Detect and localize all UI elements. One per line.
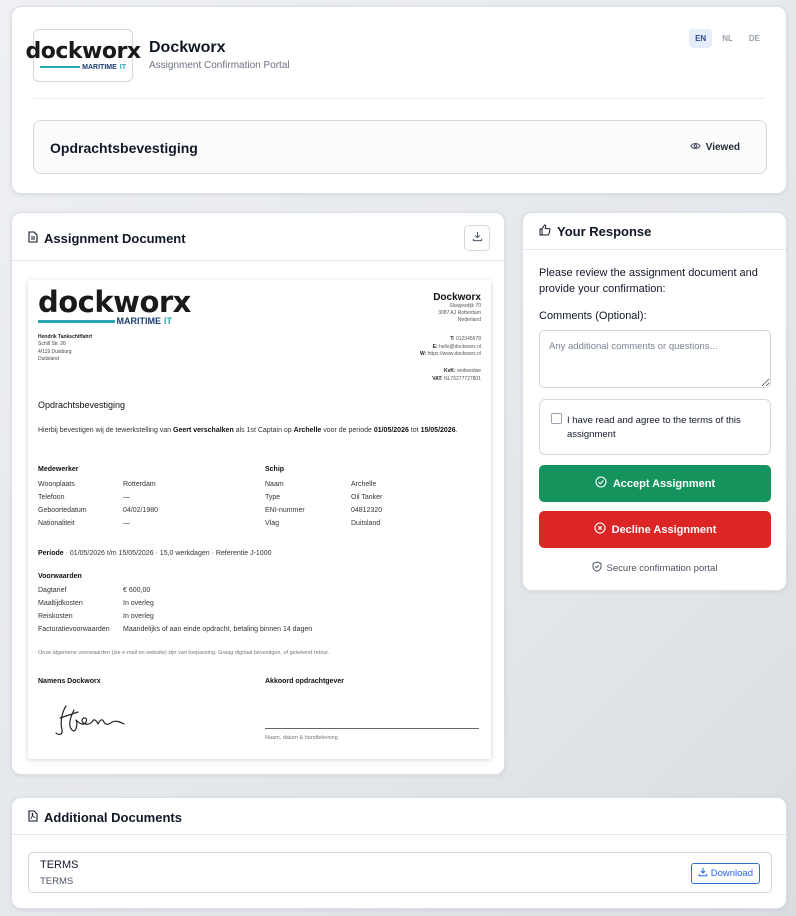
paper-employee-label: Nationaliteit xyxy=(38,520,75,527)
document-card-header: Assignment Document xyxy=(12,213,504,261)
paper-employee-label: Telefoon xyxy=(38,494,65,501)
check-circle-icon xyxy=(595,476,607,491)
additional-docs-title: Additional Documents xyxy=(44,810,182,825)
download-label: Download xyxy=(710,868,753,879)
secure-text: Secure confirmation portal xyxy=(606,562,718,574)
paper-intro: Hierbij bevestigen wij de tewerkstelling… xyxy=(38,427,458,434)
status-badge: Viewed xyxy=(690,142,740,153)
document-card-title: Assignment Document xyxy=(44,231,186,246)
paper-contact-block: T: 012345678 E: hello@dockworx.nl W: htt… xyxy=(419,336,481,358)
download-icon xyxy=(472,229,483,247)
status-badge-label: Viewed xyxy=(705,142,740,153)
paper-ship-label: ENI-nummer xyxy=(265,507,305,514)
paper-ship-value: Duitsland xyxy=(351,520,381,527)
paper-recipient-block: Hendrik Tankschiffahrt Schill Str. 26 4/… xyxy=(38,334,93,363)
paper-terms-heading: Voorwaarden xyxy=(38,573,82,580)
paper-employee-value: — xyxy=(123,520,130,527)
paper-ship-value: Archelle xyxy=(351,481,377,488)
paper-terms-value: Maandelijks of aan einde opdracht, betal… xyxy=(123,626,313,633)
doc-item-subtitle: TERMS xyxy=(40,876,74,887)
download-button[interactable]: Download xyxy=(690,863,760,884)
logo-tag-main: MARITIME xyxy=(82,63,117,71)
paper-registration-block: KvK: eedwedwe VAT: NL76277727801 xyxy=(432,368,481,382)
decline-assignment-button[interactable]: Decline Assignment xyxy=(539,511,771,548)
brand-name: Dockworx xyxy=(149,39,226,56)
paper-sign-right: Akkoord opdrachtgever xyxy=(265,678,344,685)
status-panel: Opdrachtsbevestiging Viewed xyxy=(33,120,767,174)
paper-logo: dockworx MARITIME IT xyxy=(38,285,191,326)
paper-title: Opdrachtsbevestiging xyxy=(38,400,126,410)
paper-terms-label: Maaltijdkosten xyxy=(38,600,83,607)
paper-ship-label: Type xyxy=(265,494,281,501)
thumbs-up-icon xyxy=(539,224,551,239)
response-intro: Please review the assignment document an… xyxy=(539,267,758,295)
paper-logo-wordmark: dockworx xyxy=(38,285,191,319)
download-document-button[interactable] xyxy=(464,225,490,251)
accept-label: Accept Assignment xyxy=(612,477,716,490)
signature-caption: Naam, datum & handtekening xyxy=(265,735,338,741)
logo-tag-accent: IT xyxy=(119,63,126,71)
paper-terms-value: € 600,00 xyxy=(123,587,151,594)
brand-subtitle: Assignment Confirmation Portal xyxy=(149,60,290,71)
header-divider xyxy=(33,98,765,99)
paper-employee-label: Geboortedatum xyxy=(38,507,87,514)
assignment-document-card: Assignment Document dockworx MARITIME IT… xyxy=(11,212,505,775)
paper-note: Onze algemene voorwaarden (zie e-mail en… xyxy=(38,650,330,656)
paper-terms-value: In overleg xyxy=(123,613,154,620)
decline-label: Decline Assignment xyxy=(611,523,717,536)
additional-documents-card: Additional Documents TERMS TERMS Downloa… xyxy=(11,797,787,909)
paper-employee-value: — xyxy=(123,494,130,501)
response-card: Your Response Please review the assignme… xyxy=(522,212,787,591)
logo-wordmark: dockworx xyxy=(25,38,142,64)
paper-terms-label: Facturatievoorwaarden xyxy=(38,626,110,633)
paper-terms-value: In overleg xyxy=(123,600,154,607)
paper-employee-label: Woonplaats xyxy=(38,481,75,488)
paper-company-name: Dockworx xyxy=(433,292,481,303)
signature-image xyxy=(52,700,132,745)
status-title: Opdrachtsbevestiging xyxy=(50,140,198,156)
lang-nl-button[interactable]: NL xyxy=(716,29,739,48)
terms-label: I have read and agree to the terms of th… xyxy=(567,415,741,440)
language-switcher: EN NL DE xyxy=(689,29,766,48)
paper-employee-value: 04/02/1980 xyxy=(123,507,159,514)
x-circle-icon xyxy=(594,522,606,537)
brand-logo: dockworx MARITIME IT xyxy=(26,29,141,82)
paper-ship-label: Vlag xyxy=(265,520,280,527)
logo-tagline: MARITIME IT xyxy=(40,64,126,71)
paper-employee-value: Rotterdam xyxy=(123,481,156,488)
secure-note: Secure confirmation portal xyxy=(523,561,786,575)
response-card-header: Your Response xyxy=(523,213,786,250)
paper-company-block: Dockworx Sluisjesdijk 70 3087 AJ Rotterd… xyxy=(433,292,481,324)
comments-label: Comments (Optional): xyxy=(539,310,647,322)
paper-terms-label: Reiskosten xyxy=(38,613,73,620)
lang-de-button[interactable]: DE xyxy=(743,29,766,48)
document-preview: dockworx MARITIME IT Dockworx Sluisjesdi… xyxy=(28,280,491,759)
eye-icon xyxy=(690,142,701,153)
paper-ship-value: Oil Tanker xyxy=(351,494,383,501)
paper-terms-label: Dagtarief xyxy=(38,587,67,594)
lang-en-button[interactable]: EN xyxy=(689,29,713,48)
accept-assignment-button[interactable]: Accept Assignment xyxy=(539,465,771,502)
terms-agreement[interactable]: I have read and agree to the terms of th… xyxy=(539,399,771,455)
additional-docs-header: Additional Documents xyxy=(12,798,786,835)
paper-ship-label: Naam xyxy=(265,481,284,488)
shield-icon xyxy=(592,561,602,575)
document-icon xyxy=(28,231,38,246)
download-icon xyxy=(698,867,708,880)
paper-period: Periode · 01/05/2026 t/m 15/05/2026 · 15… xyxy=(38,550,272,557)
comments-textarea[interactable] xyxy=(539,330,771,388)
header-card: dockworx MARITIME IT Dockworx Assignment… xyxy=(11,6,787,194)
response-card-title: Your Response xyxy=(557,224,652,239)
signature-line xyxy=(265,728,479,729)
paper-employee-heading: Medewerker xyxy=(38,466,79,473)
paper-ship-heading: Schip xyxy=(265,466,285,473)
doc-item-title: TERMS xyxy=(40,859,79,871)
pdf-file-icon xyxy=(28,810,38,825)
paper-ship-value: 04812320 xyxy=(351,507,383,514)
terms-checkbox[interactable] xyxy=(551,413,562,424)
paper-sign-left: Namens Dockworx xyxy=(38,678,101,685)
list-item: TERMS TERMS Download xyxy=(28,852,772,893)
